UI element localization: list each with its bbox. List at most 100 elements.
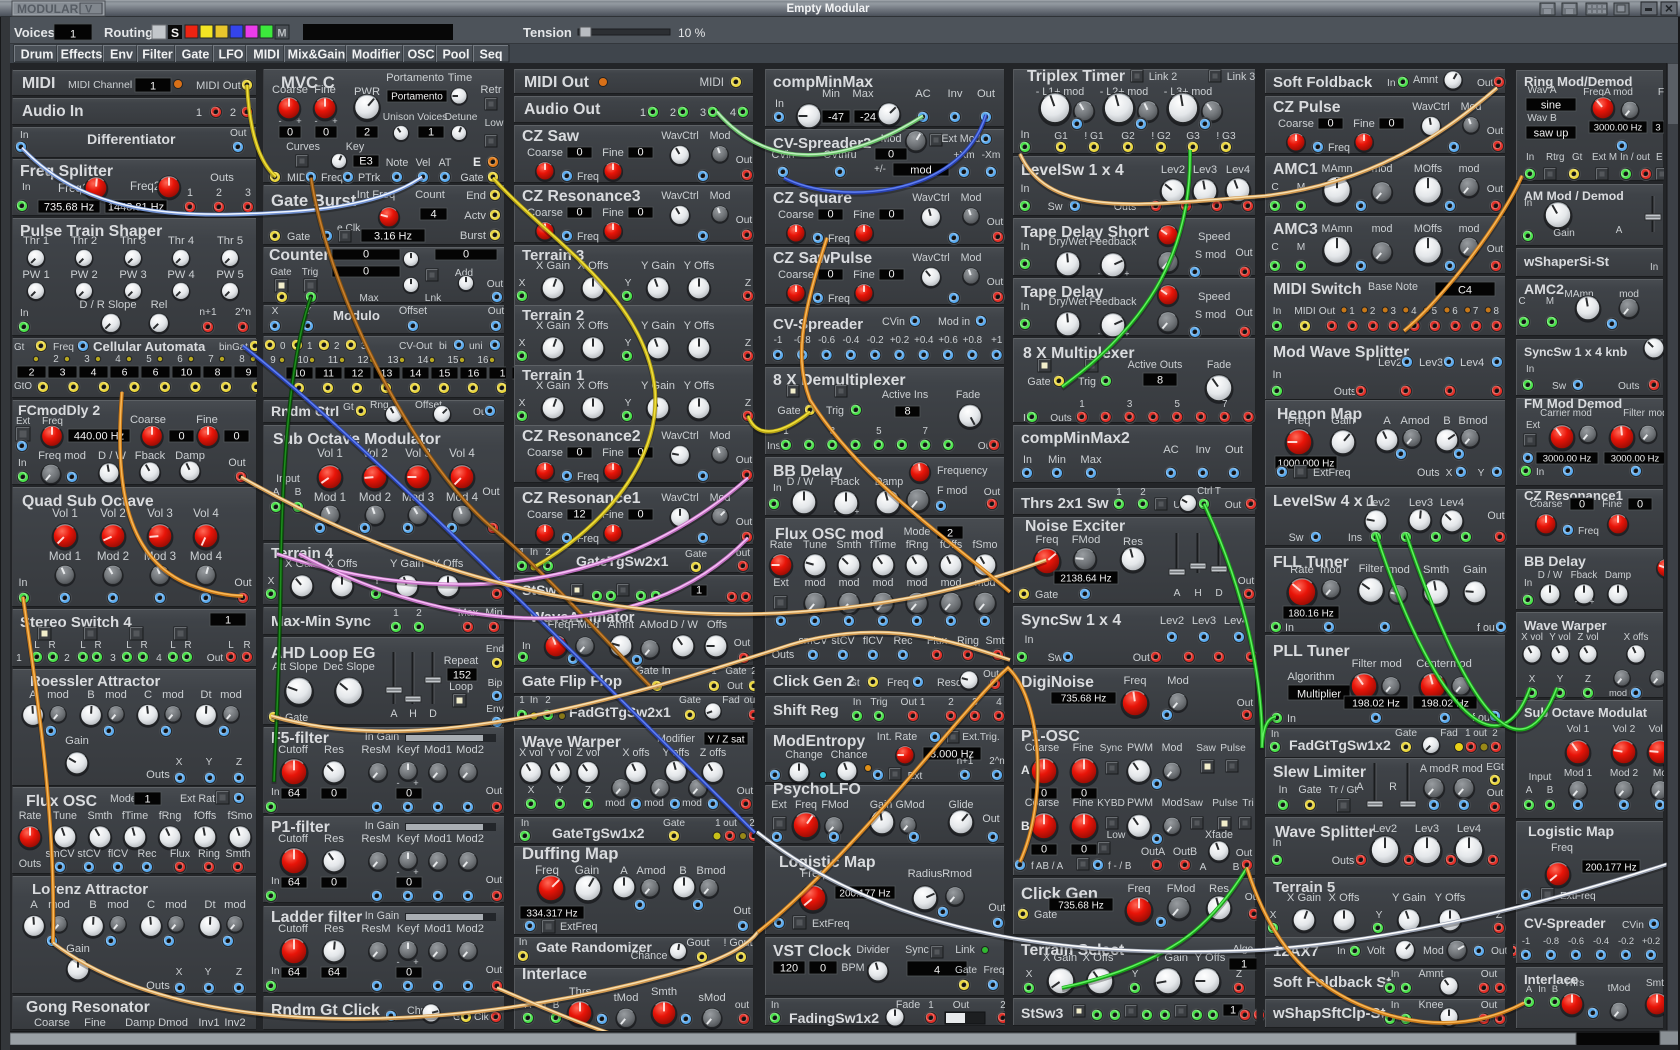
svg-text:Amod: Amod xyxy=(636,865,665,877)
svg-text:D: D xyxy=(429,708,437,720)
svg-text:In: In xyxy=(1285,622,1294,634)
svg-text:Mod2: Mod2 xyxy=(456,923,484,935)
svg-text:Out: Out xyxy=(1235,247,1252,259)
svg-text:Z: Z xyxy=(1585,674,1591,685)
svg-text:Lev3: Lev3 xyxy=(1419,357,1443,369)
svg-text:Ext M: Ext M xyxy=(1592,152,1617,163)
svg-text:Knee: Knee xyxy=(1419,999,1444,1011)
svg-text:Mod: Mod xyxy=(710,130,731,142)
svg-text:Keyf: Keyf xyxy=(397,744,420,756)
svg-text:Amnt: Amnt xyxy=(608,619,635,631)
svg-text:Click Gen 2: Click Gen 2 xyxy=(773,673,855,690)
svg-text:Gate: Gate xyxy=(270,267,292,278)
svg-text:Flux: Flux xyxy=(170,848,191,860)
svg-text:Retr: Retr xyxy=(480,84,501,96)
svg-text:Out: Out xyxy=(486,965,503,976)
svg-text:Coarse: Coarse xyxy=(1530,499,1563,510)
svg-text:Z: Z xyxy=(1236,969,1242,980)
svg-text:Cutoff: Cutoff xyxy=(278,833,309,845)
svg-text:Mod: Mod xyxy=(1423,945,1444,957)
svg-text:CZ Resonance3: CZ Resonance3 xyxy=(522,188,641,205)
svg-text:200.177 Hz: 200.177 Hz xyxy=(1585,863,1636,874)
svg-text:Divider: Divider xyxy=(856,944,890,956)
svg-text:V: V xyxy=(85,4,93,16)
svg-text:-0.6: -0.6 xyxy=(1568,936,1584,946)
svg-text:Keyf: Keyf xyxy=(397,923,420,935)
svg-text:PLL Tuner: PLL Tuner xyxy=(1273,643,1350,660)
svg-text:Link: Link xyxy=(955,944,975,956)
svg-text:Dt: Dt xyxy=(204,899,216,911)
svg-text:1 out: 1 out xyxy=(715,818,737,829)
svg-text:In: In xyxy=(1387,78,1396,89)
svg-text:Counter: Counter xyxy=(269,247,330,264)
svg-text:-: - xyxy=(396,778,399,788)
svg-text:4: 4 xyxy=(934,965,940,977)
svg-text:C: C xyxy=(147,899,155,911)
svg-text:CVin: CVin xyxy=(1622,920,1644,931)
svg-text:Freq: Freq xyxy=(1287,415,1310,427)
svg-text:R: R xyxy=(1389,781,1397,793)
svg-text:-0.6: -0.6 xyxy=(818,335,835,346)
svg-text:Smth: Smth xyxy=(837,539,862,551)
svg-text:Speed: Speed xyxy=(1198,231,1230,243)
svg-text:8: 8 xyxy=(1493,306,1499,317)
svg-text:In / out: In / out xyxy=(1620,152,1650,163)
svg-text:Input: Input xyxy=(1529,772,1552,783)
svg-text:2: 2 xyxy=(545,695,550,706)
svg-text:B: B xyxy=(1443,415,1450,427)
svg-text:3: 3 xyxy=(60,367,66,379)
svg-text:In: In xyxy=(1021,301,1030,313)
svg-text:Freq: Freq xyxy=(984,965,1005,976)
svg-text:Damp: Damp xyxy=(1605,570,1632,581)
svg-text:saw up: saw up xyxy=(1534,128,1569,140)
svg-text:Coarse: Coarse xyxy=(130,414,166,426)
svg-text:In: In xyxy=(1391,969,1400,980)
svg-text:1: 1 xyxy=(1116,487,1121,498)
svg-text:MAmn: MAmn xyxy=(1322,223,1353,235)
svg-text:Coarse: Coarse xyxy=(527,147,563,159)
svg-text:AMC1: AMC1 xyxy=(1273,161,1318,178)
svg-text:Rtrg: Rtrg xyxy=(1546,152,1565,163)
svg-text:Low: Low xyxy=(1107,830,1126,841)
svg-text:Lnk: Lnk xyxy=(425,293,442,304)
svg-text:MIDI: MIDI xyxy=(22,75,55,92)
svg-text:Detune: Detune xyxy=(445,112,478,123)
svg-text:Wav A: Wav A xyxy=(1527,85,1556,96)
svg-text:Mix&Gain: Mix&Gain xyxy=(288,48,346,62)
svg-text:5: 5 xyxy=(1174,399,1180,410)
svg-text:Routing: Routing xyxy=(104,25,153,40)
svg-text:fTime: fTime xyxy=(870,539,896,551)
svg-text:Y Offs: Y Offs xyxy=(1435,892,1466,904)
svg-text:In: In xyxy=(521,818,529,829)
svg-text:Ext.Trig.: Ext.Trig. xyxy=(962,732,1000,743)
svg-text:MODULAR: MODULAR xyxy=(17,2,79,16)
svg-text:3000.00 Hz: 3000.00 Hz xyxy=(1611,454,1660,465)
svg-text:DigiNoise: DigiNoise xyxy=(1021,674,1094,691)
svg-text:0: 0 xyxy=(1327,118,1333,130)
svg-text:Offset: Offset xyxy=(399,305,427,317)
svg-text:Y: Y xyxy=(1376,910,1383,921)
svg-text:0: 0 xyxy=(406,788,412,800)
svg-text:Freq: Freq xyxy=(53,342,74,353)
svg-text:64: 64 xyxy=(288,788,300,800)
svg-text:In: In xyxy=(1023,454,1032,466)
svg-text:Coarse: Coarse xyxy=(527,509,563,521)
svg-text:+: + xyxy=(413,778,418,788)
svg-text:In: In xyxy=(1524,198,1532,209)
svg-text:Max: Max xyxy=(852,88,874,100)
svg-text:0: 0 xyxy=(363,249,369,261)
svg-text:In: In xyxy=(1021,129,1030,141)
svg-text:Out: Out xyxy=(1319,306,1336,317)
svg-text:A: A xyxy=(1616,225,1623,236)
svg-text:Z offs: Z offs xyxy=(700,747,727,759)
svg-text:-: - xyxy=(1098,328,1101,338)
svg-text:Freq: Freq xyxy=(1123,675,1146,687)
svg-text:mod: mod xyxy=(224,899,246,911)
svg-text:Outs: Outs xyxy=(146,769,170,781)
svg-text:Dt: Dt xyxy=(200,689,212,701)
svg-text:1: 1 xyxy=(16,653,22,664)
svg-text:WavCtrl: WavCtrl xyxy=(912,252,950,264)
svg-text:7: 7 xyxy=(1222,399,1227,410)
svg-text:4: 4 xyxy=(996,697,1002,708)
svg-text:In: In xyxy=(22,182,31,193)
